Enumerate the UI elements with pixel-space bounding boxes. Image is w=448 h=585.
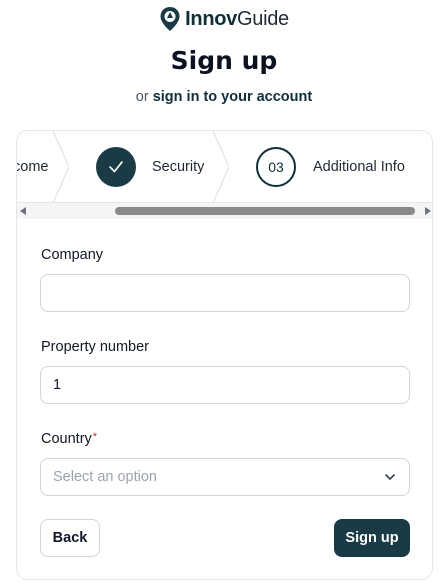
back-button[interactable]: Back [40, 519, 100, 557]
property-number-input[interactable] [40, 366, 410, 404]
sign-up-button[interactable]: Sign up [334, 519, 410, 557]
step-welcome-label[interactable]: come [17, 159, 48, 175]
country-label: Country* [41, 431, 97, 447]
chevron-down-icon [385, 474, 395, 480]
country-select[interactable]: Select an option [40, 458, 410, 496]
signup-card: come Security 03 Additional Info Company… [16, 130, 433, 580]
step-additional-info-number[interactable]: 03 [256, 147, 296, 187]
stepper: come Security 03 Additional Info [17, 131, 432, 203]
stepper-scrollbar[interactable] [17, 203, 432, 219]
company-input[interactable] [40, 274, 410, 312]
step-security-complete[interactable] [96, 147, 136, 187]
scroll-right-arrow-icon[interactable] [425, 207, 431, 215]
country-placeholder: Select an option [53, 469, 157, 485]
scroll-thumb[interactable] [115, 207, 415, 215]
brand-logo: InnovGuide [0, 6, 448, 32]
step-additional-info-label[interactable]: Additional Info [313, 159, 405, 175]
step-separator [53, 131, 69, 202]
property-number-label: Property number [41, 339, 149, 355]
step-separator [213, 131, 229, 202]
check-icon [109, 161, 123, 173]
page-title: Sign up [170, 46, 278, 75]
scroll-left-arrow-icon[interactable] [20, 207, 26, 215]
location-pin-icon [160, 7, 180, 31]
brand-name: InnovGuide [185, 7, 289, 30]
subtitle: or sign in to your account [0, 89, 448, 105]
sign-in-link[interactable]: sign in to your account [153, 89, 313, 105]
subtitle-prefix: or [135, 89, 149, 105]
country-label-text: Country [41, 431, 92, 447]
company-label: Company [41, 247, 104, 263]
required-marker: * [92, 431, 98, 443]
step-security-label[interactable]: Security [152, 159, 204, 175]
